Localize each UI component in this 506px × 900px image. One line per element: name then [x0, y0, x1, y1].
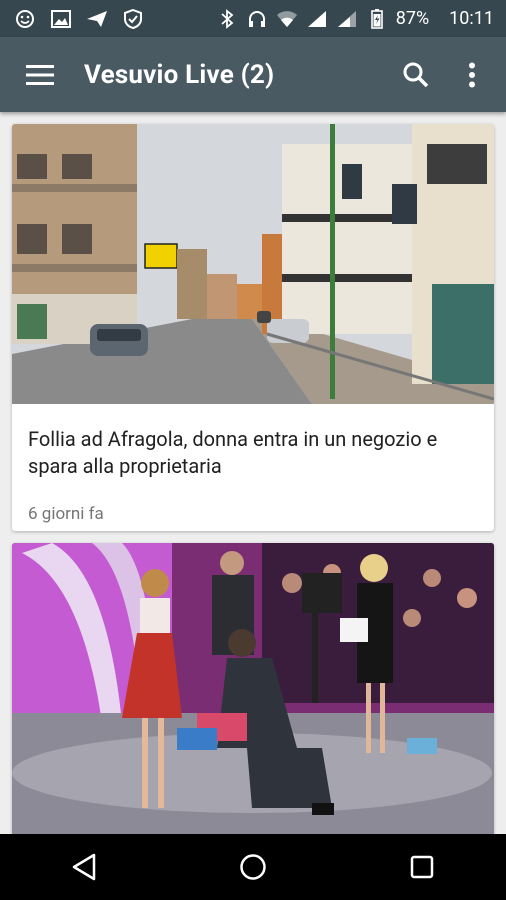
navigation-bar: [0, 834, 506, 900]
emoji-icon: [14, 8, 36, 30]
image-icon: [50, 8, 72, 30]
back-button[interactable]: [54, 837, 114, 897]
recents-button[interactable]: [392, 837, 452, 897]
app-title: Vesuvio Live (2): [84, 59, 275, 90]
article-timestamp: 6 giorni fa: [28, 504, 104, 524]
article-image[interactable]: [12, 543, 494, 834]
notification-icons: [0, 8, 144, 30]
news-feed[interactable]: Follia ad Afragola, donna entra in un ne…: [0, 112, 506, 834]
home-button[interactable]: [223, 837, 283, 897]
status-bar: 87% 10:11: [0, 0, 506, 37]
menu-icon: [26, 64, 54, 85]
headphones-icon: [246, 8, 268, 30]
recents-icon: [410, 855, 433, 879]
article-card[interactable]: [12, 543, 494, 834]
shield-icon: [122, 8, 144, 30]
battery-percent: 87%: [395, 8, 430, 29]
article-card[interactable]: Follia ad Afragola, donna entra in un ne…: [12, 124, 494, 531]
search-icon: [403, 62, 429, 87]
signal-icon: [336, 8, 358, 30]
send-icon: [86, 8, 108, 30]
home-icon: [240, 854, 266, 880]
bluetooth-icon: [216, 8, 238, 30]
app-bar: Vesuvio Live (2): [0, 37, 506, 112]
system-status: 87% 10:11: [216, 8, 506, 30]
back-icon: [73, 853, 96, 881]
signal-icon: [306, 8, 328, 30]
clock: 10:11: [449, 8, 494, 29]
article-image[interactable]: [12, 124, 494, 404]
wifi-icon: [276, 8, 298, 30]
search-button[interactable]: [388, 47, 444, 103]
article-title[interactable]: Follia ad Afragola, donna entra in un ne…: [28, 426, 478, 480]
menu-button[interactable]: [12, 47, 68, 103]
battery-icon: [366, 8, 388, 30]
overflow-menu-button[interactable]: [444, 47, 500, 103]
more-vert-icon: [469, 62, 475, 87]
